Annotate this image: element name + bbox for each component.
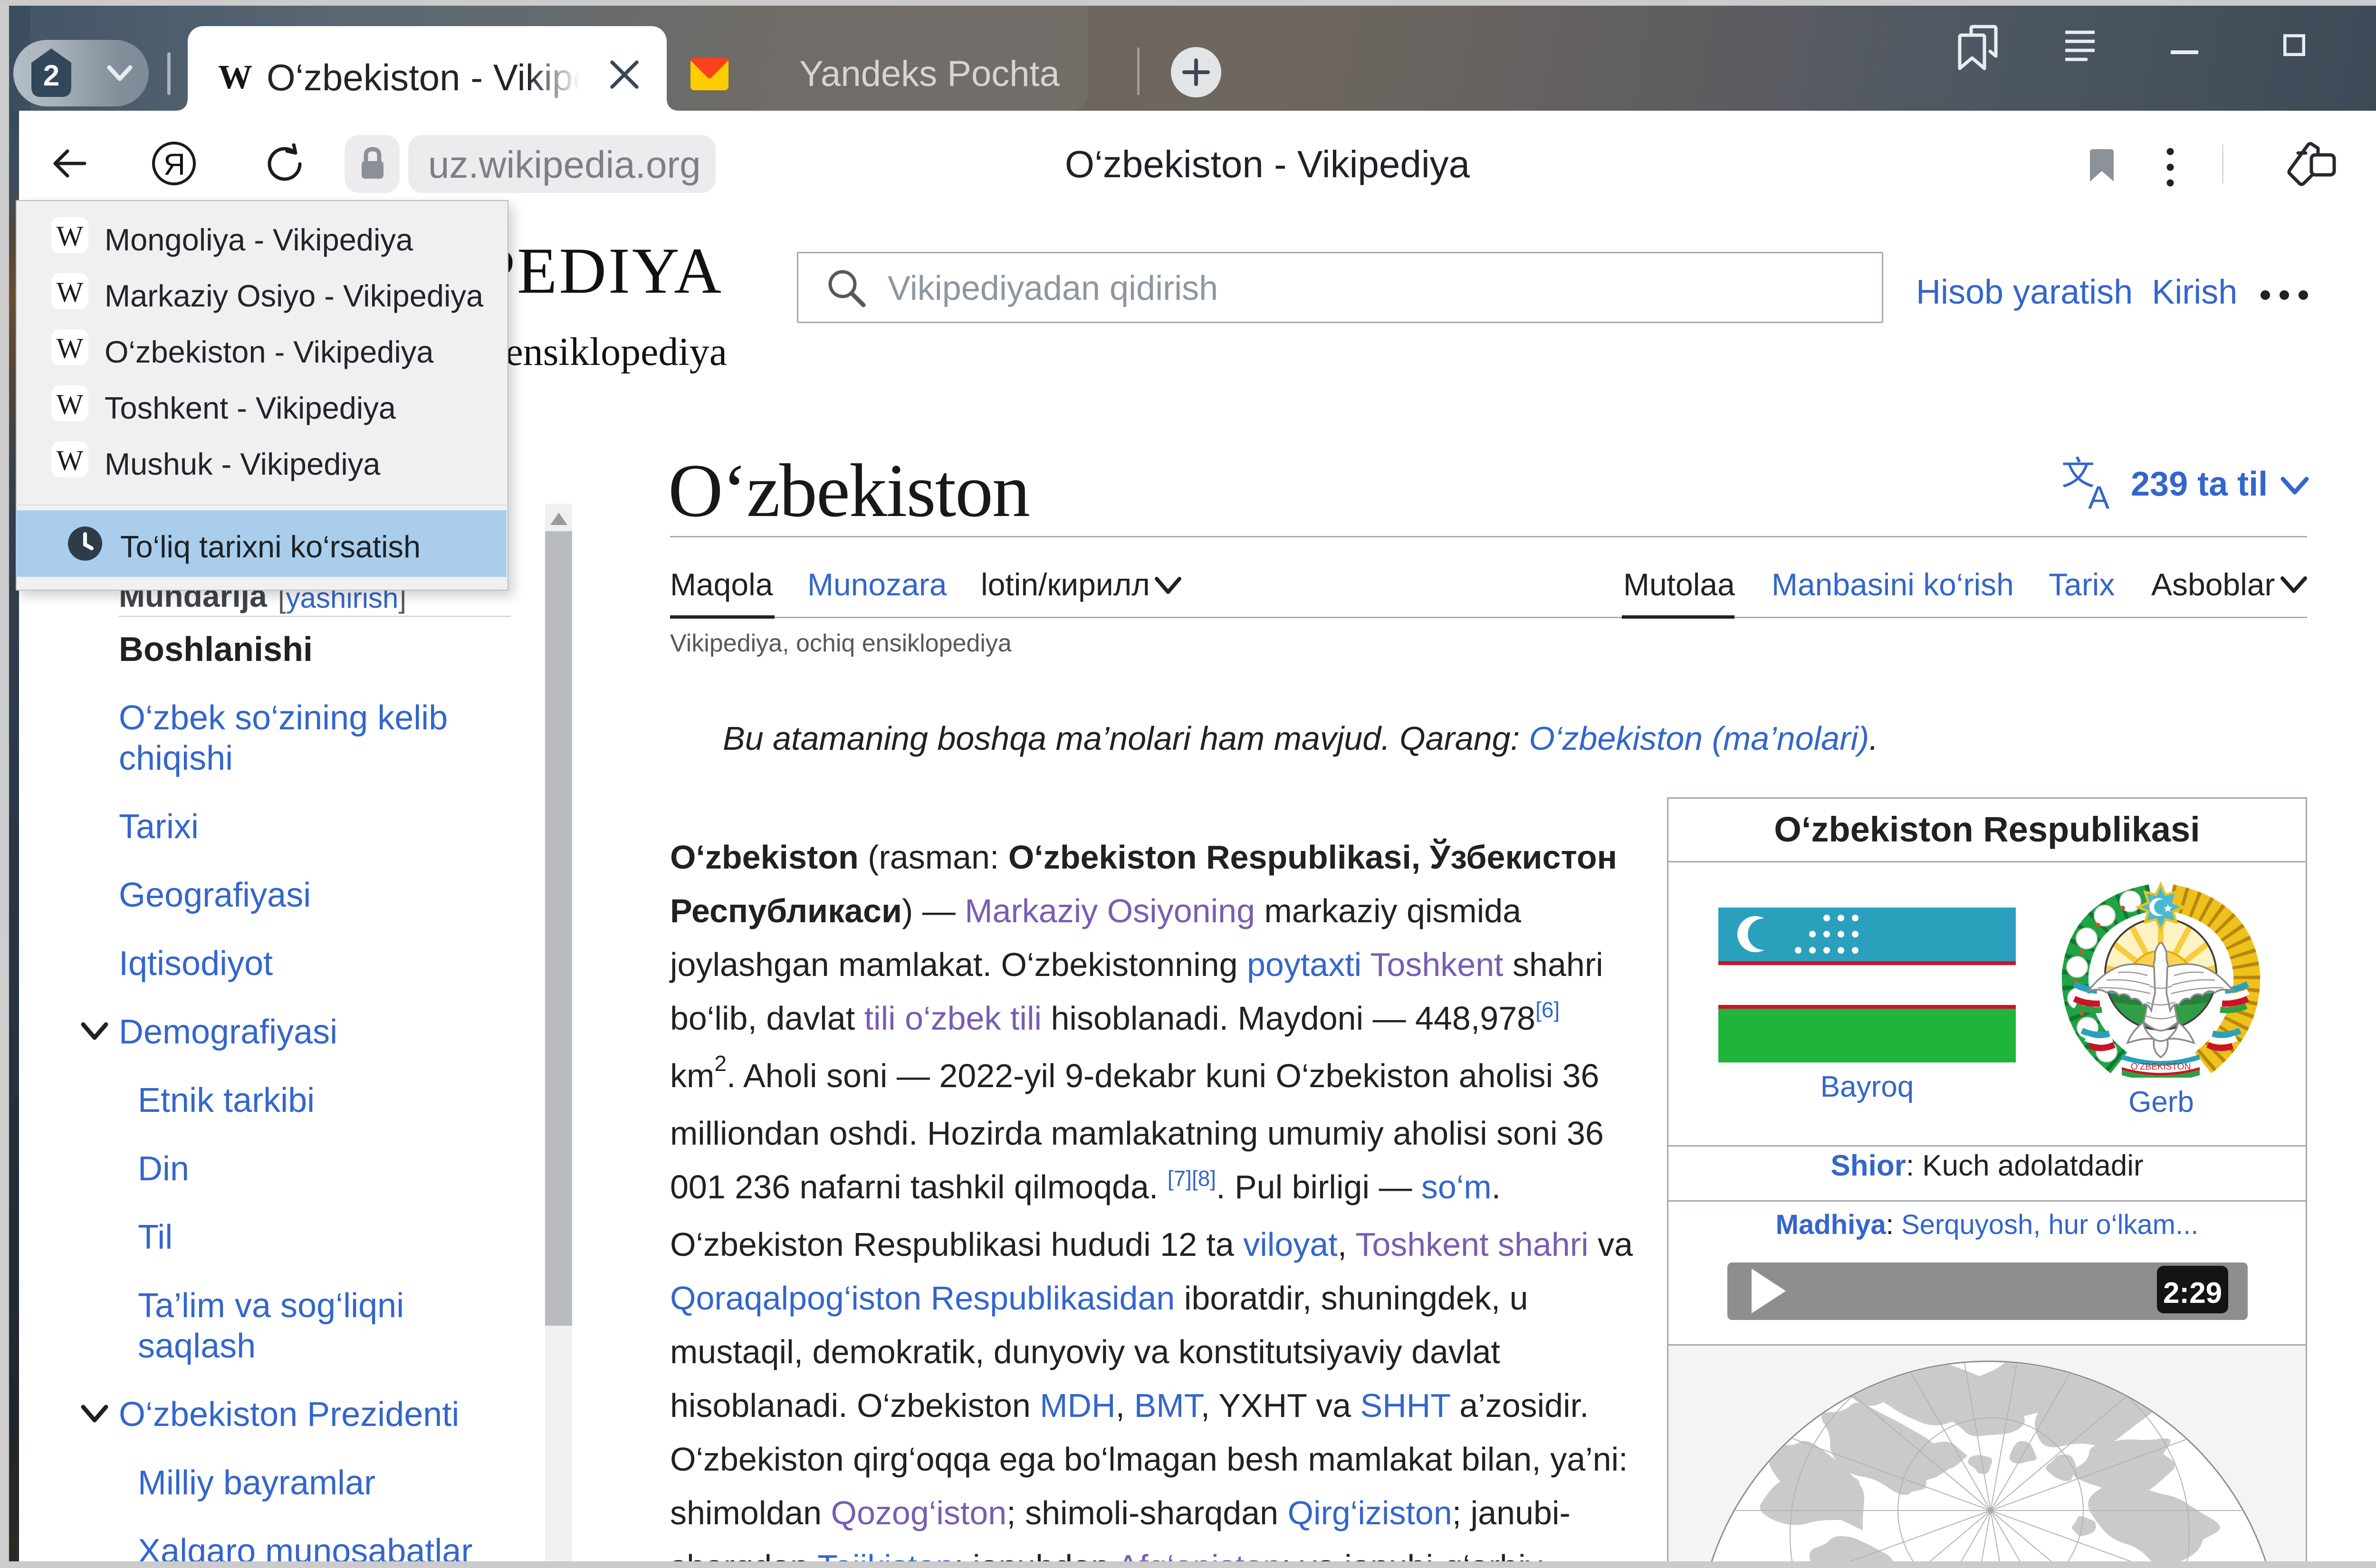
svg-text:Я: Я (163, 147, 185, 182)
svg-text:2: 2 (43, 59, 59, 92)
svg-text:A: A (2088, 479, 2110, 510)
svg-text:O‘ZBEKISTON: O‘ZBEKISTON (2131, 1062, 2191, 1072)
